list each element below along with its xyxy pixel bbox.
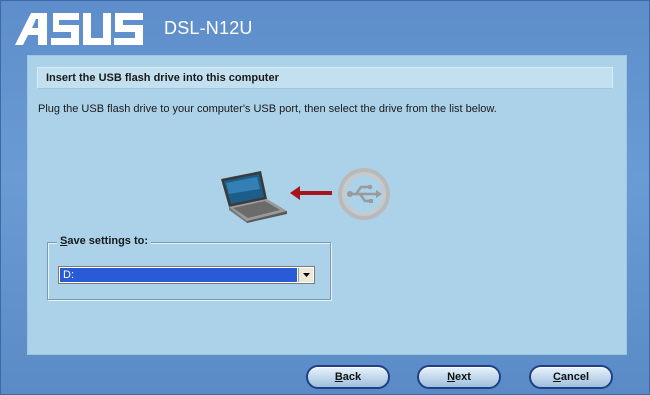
product-name: DSL-N12U	[164, 18, 253, 38]
usb-icon	[338, 168, 390, 220]
chevron-down-icon	[302, 273, 310, 277]
selected-drive: D:	[60, 268, 297, 282]
next-button[interactable]: Next	[417, 365, 501, 389]
setup-window: DSL-N12U Insert the USB flash drive into…	[0, 0, 650, 395]
step-heading: Insert the USB flash drive into this com…	[46, 72, 279, 84]
save-settings-group: Save settings to: D:	[47, 235, 331, 300]
content-panel: Insert the USB flash drive into this com…	[27, 55, 627, 355]
instruction-text: Plug the USB flash drive to your compute…	[38, 103, 497, 115]
laptop-icon	[221, 171, 287, 223]
heading-bar: Insert the USB flash drive into this com…	[37, 67, 613, 89]
save-settings-label: Save settings to:	[57, 235, 152, 247]
back-button[interactable]: Back	[306, 365, 390, 389]
drive-select[interactable]: D:	[58, 266, 315, 284]
arrow-left-icon	[290, 186, 332, 200]
dropdown-arrow-button[interactable]	[298, 268, 313, 282]
asus-logo	[15, 13, 143, 45]
cancel-button[interactable]: Cancel	[529, 365, 613, 389]
